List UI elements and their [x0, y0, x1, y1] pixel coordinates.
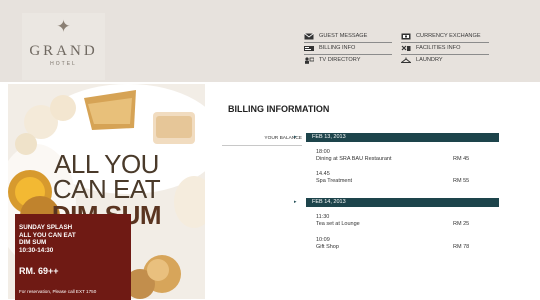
facilities-icon [401, 45, 411, 52]
billing-title: BILLING INFORMATION [228, 104, 330, 114]
transaction-row[interactable]: 10:09 Gift Shop [316, 237, 474, 251]
transaction-time: 14.45 [316, 171, 330, 177]
transaction-desc: Dining at SRA BAU Restaurant [316, 156, 392, 162]
promo-reservation-note: For reservation, Please call EXT 1750 [19, 289, 97, 294]
transaction-row[interactable]: 14.45 Spa Treatment [316, 171, 474, 185]
transaction-amount: RM 55 [453, 178, 470, 184]
promo-details: SUNDAY SPLASH ALL YOU CAN EAT DIM SUM 10… [19, 224, 76, 254]
nav-label: TV DIRECTORY [319, 57, 361, 63]
nav-label: LAUNDRY [416, 57, 443, 63]
nav-tv-directory[interactable]: TV DIRECTORY [304, 54, 392, 66]
logo-star-icon: ✦ [56, 17, 71, 37]
logo-subtitle: HOTEL [50, 61, 77, 67]
transaction-time: 18:00 [316, 149, 330, 155]
balance-label: YOUR BALANCE [222, 136, 302, 146]
transaction-row[interactable]: 11:30 Tea set at Lounge [316, 214, 474, 228]
transaction-desc: Tea set at Lounge [316, 221, 360, 227]
nav-label: FACILITIES INFO [416, 45, 461, 51]
nav-label: GUEST MESSAGE [319, 33, 368, 39]
transaction-desc: Spa Treatment [316, 178, 353, 184]
nav-laundry[interactable]: LAUNDRY [401, 54, 489, 66]
promo-price: RM. 69++ [19, 266, 59, 276]
tv-directory-icon [304, 56, 314, 64]
hotel-logo[interactable]: ✦ GRAND HOTEL [22, 13, 105, 80]
transaction-time: 11:30 [316, 214, 330, 220]
promo-line: 10:30-14:30 [19, 246, 54, 254]
transaction-amount: RM 25 [453, 221, 470, 227]
currency-icon [401, 33, 411, 40]
promo-info-box[interactable]: SUNDAY SPLASH ALL YOU CAN EAT DIM SUM 10… [15, 214, 131, 300]
promo-line: SUNDAY SPLASH [19, 224, 73, 231]
promo-line: ALL YOU CAN EAT [19, 231, 76, 239]
arrow-right-icon: ▸ [294, 199, 297, 205]
header-bar: ✦ GRAND HOTEL GUEST MESSAGE BILLING INFO… [0, 0, 540, 82]
billing-icon [304, 45, 314, 52]
date-header[interactable]: FEB 13, 2013 [306, 133, 499, 142]
envelope-icon [304, 32, 314, 40]
arrow-right-icon: ▸ [294, 134, 297, 140]
logo-name: GRAND [29, 43, 98, 59]
transaction-desc: Gift Shop [316, 244, 339, 250]
transaction-amount: RM 45 [453, 156, 470, 162]
nav-label: CURRENCY EXCHANGE [416, 33, 481, 39]
nav-label: BILLING INFO [319, 45, 356, 51]
promo-line: DIM SUM [19, 239, 47, 247]
transaction-amount: RM 78 [453, 244, 470, 250]
transaction-time: 10:09 [316, 237, 330, 243]
transaction-row[interactable]: 18:00 Dining at SRA BAU Restaurant [316, 149, 474, 163]
laundry-icon [401, 57, 411, 64]
promo-title-line: CAN EAT [52, 174, 161, 204]
date-header[interactable]: FEB 14, 2013 [306, 198, 499, 207]
